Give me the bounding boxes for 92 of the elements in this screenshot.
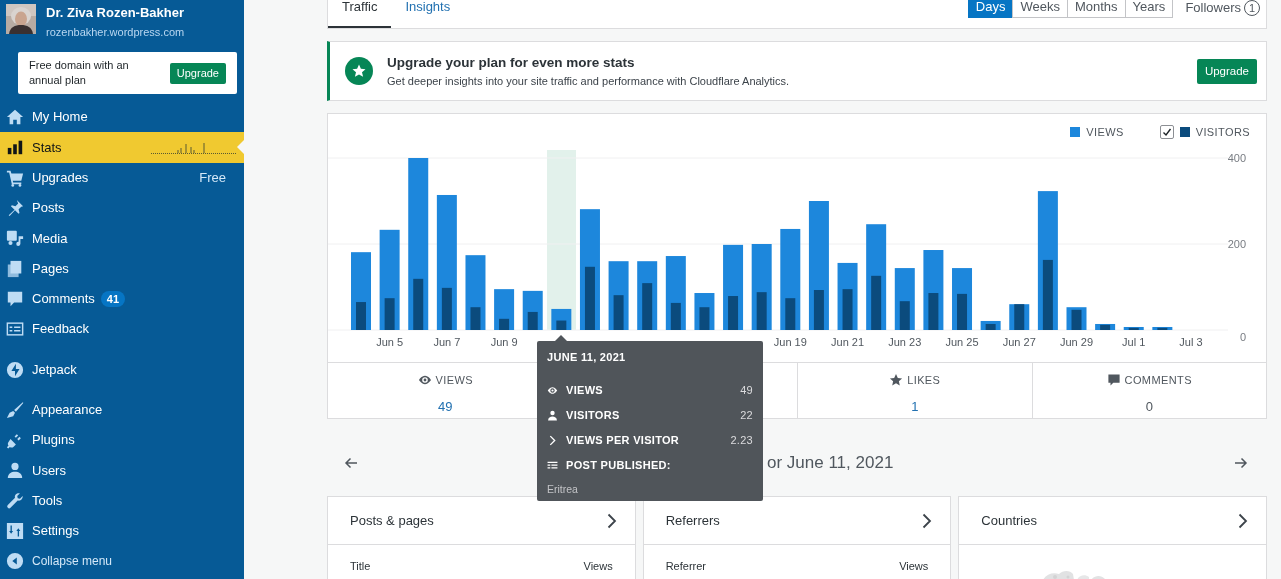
chevron-icon: [922, 512, 933, 529]
axis-label: Jun 19: [773, 336, 807, 348]
axis-label: Jun 29: [1060, 336, 1093, 348]
axis-label: Jun 25: [945, 336, 979, 348]
axis-label: 200: [1227, 238, 1246, 250]
axis-label: Jun 21: [831, 336, 865, 348]
column-heading: Title: [350, 559, 371, 574]
stat-value: 0: [1144, 397, 1154, 416]
column-heading: Views: [583, 559, 613, 574]
eye-icon: [547, 385, 558, 396]
tooltip-value: 49: [740, 383, 753, 399]
user-name: Dr. Ziva Rozen-Bakher: [46, 5, 185, 21]
plug-icon: [6, 431, 24, 450]
pin-icon: [6, 199, 24, 218]
brush-icon: [6, 400, 24, 419]
legend-label: VIEWS: [1086, 124, 1124, 140]
tooltip-label: VIEWS PER VISITOR: [566, 433, 680, 449]
stat-value[interactable]: 1: [798, 396, 1032, 417]
legend-label: VISITORS: [1195, 124, 1250, 140]
menu-item[interactable]: Posts: [0, 192, 244, 224]
column-heading: Views: [899, 559, 929, 574]
star-icon: [889, 373, 904, 388]
date-heading: or June 11, 2021: [767, 451, 894, 474]
chevron-icon: [547, 435, 558, 446]
axis-label: Jun 27: [1002, 336, 1036, 348]
stat-label: VIEWS: [435, 373, 473, 388]
tooltip-label: POST PUBLISHED:: [566, 458, 671, 474]
banner-text: Get deeper insights into your site traffic and performance with Cloudflare Analytics.: [387, 74, 790, 88]
module-header[interactable]: Posts & pages: [328, 497, 635, 545]
menu-item[interactable]: Media: [0, 223, 244, 254]
user-icon: [6, 461, 24, 480]
tab[interactable]: Traffic: [328, 0, 392, 28]
list-icon: [547, 460, 558, 471]
chevron-icon: [606, 512, 617, 529]
menu-item[interactable]: My Home: [0, 102, 244, 133]
tooltip-label: VIEWS: [566, 383, 603, 399]
plan-label: Free: [199, 169, 226, 187]
promo-text: Free domain with an annual plan: [29, 58, 130, 88]
axis-label: Jun 5: [376, 336, 404, 348]
menu-item[interactable]: Feedback: [0, 314, 244, 345]
tab[interactable]: Insights: [391, 0, 465, 28]
pages-icon: [6, 259, 24, 278]
form-icon: [6, 320, 24, 339]
bar-chart-icon: [6, 138, 24, 157]
axis-label: 400: [1227, 152, 1246, 164]
wrench-icon: [6, 491, 24, 510]
period-button[interactable]: Months: [1066, 0, 1126, 18]
menu-item[interactable]: Stats: [0, 132, 244, 163]
home-icon: [6, 108, 24, 127]
chevron-icon: [1238, 512, 1248, 529]
module-header[interactable]: Referrers: [643, 497, 951, 545]
sliders-icon: [6, 522, 24, 540]
tooltip-title: JUNE 11, 2021: [547, 350, 627, 364]
media-icon: [6, 229, 24, 248]
period-button[interactable]: Years: [1124, 0, 1174, 18]
period-button[interactable]: Weeks: [1012, 0, 1068, 18]
cart-icon: [6, 168, 24, 187]
comment-icon: [1106, 373, 1121, 388]
comment-icon: [6, 289, 24, 308]
menu-item[interactable]: Tools: [0, 485, 244, 516]
collapse-menu-button[interactable]: Collapse menu: [0, 546, 244, 577]
menu-item[interactable]: Appearance: [0, 394, 244, 425]
menu-item[interactable]: Users: [0, 455, 244, 486]
stat-label: COMMENTS: [1124, 373, 1192, 388]
menu-item[interactable]: Pages: [0, 253, 244, 284]
count-badge: 41: [100, 290, 126, 307]
banner-title: Upgrade your plan for even more stats: [387, 54, 636, 71]
menu-item[interactable]: Comments 41: [0, 283, 244, 315]
menu-item[interactable]: Jetpack: [0, 354, 244, 385]
tooltip-value: 2.23: [730, 433, 753, 449]
menu-item[interactable]: Plugins: [0, 424, 244, 456]
axis-label: Jun 7: [433, 336, 461, 348]
period-button[interactable]: Days: [967, 0, 1014, 18]
user-icon: [547, 410, 558, 421]
tooltip-value: 22: [740, 408, 753, 424]
upgrade-button[interactable]: Upgrade: [1196, 58, 1257, 84]
menu-item[interactable]: Upgrades Free: [0, 162, 244, 193]
axis-label: Jun 23: [888, 336, 922, 348]
post-title[interactable]: Eritrea: [547, 482, 753, 498]
bolt-icon: [6, 360, 24, 379]
axis-label: Jun 9: [490, 336, 518, 348]
column-heading: Referrer: [665, 559, 706, 574]
axis-label: Jul 1: [1122, 336, 1146, 348]
site-address[interactable]: rozenbakher.wordpress.com: [46, 25, 185, 39]
axis-label: Jul 3: [1179, 336, 1203, 348]
upgrade-button[interactable]: Upgrade: [169, 62, 226, 84]
menu-item[interactable]: Settings: [0, 515, 244, 547]
axis-label: 0: [1239, 331, 1246, 343]
stat-label: LIKES: [907, 373, 941, 388]
legend-checkbox[interactable]: [1159, 125, 1174, 139]
tooltip-label: VISITORS: [566, 408, 620, 424]
followers-link[interactable]: Followers: [1185, 0, 1241, 15]
